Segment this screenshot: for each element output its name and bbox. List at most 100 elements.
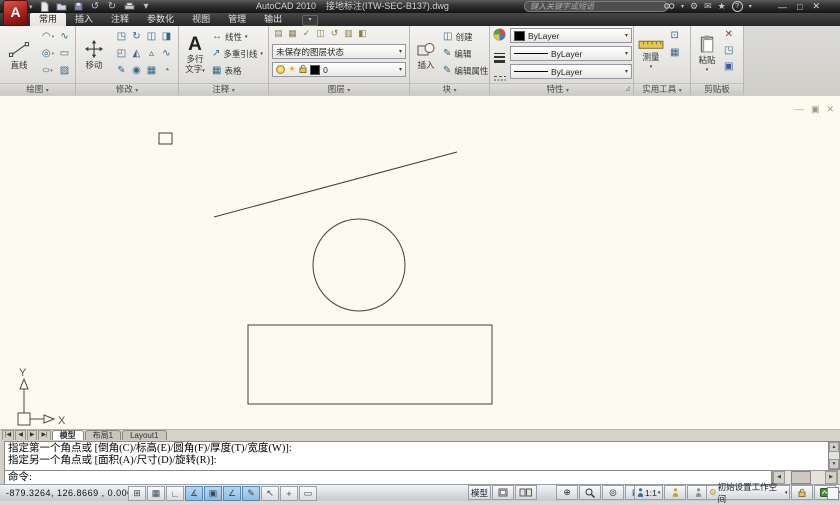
close-icon[interactable]: ✕: [812, 1, 820, 12]
quick-view-layouts-icon[interactable]: [492, 485, 514, 500]
zoom-icon[interactable]: [579, 485, 601, 500]
panel-label-clipboard[interactable]: 剪贴板: [691, 83, 743, 95]
erase-icon[interactable]: ✎: [114, 62, 129, 79]
rectangle-icon[interactable]: ▭: [57, 45, 72, 62]
lineweight-icon[interactable]: [493, 50, 506, 68]
toggle-otrack[interactable]: ∠: [223, 486, 241, 501]
panel-label-properties[interactable]: 特性 ▾◿: [490, 83, 633, 95]
stretch-icon[interactable]: ◨: [159, 28, 174, 45]
drawing-canvas[interactable]: Y X — ▣ ✕: [0, 96, 840, 429]
undo-icon[interactable]: ↺: [89, 1, 101, 12]
copy-clip-icon[interactable]: ◳: [724, 45, 733, 56]
tab-insert[interactable]: 插入: [66, 13, 102, 26]
toggle-qp[interactable]: +: [280, 486, 298, 501]
id-point-icon[interactable]: ⊡: [670, 30, 679, 41]
rotate-icon[interactable]: ↻: [129, 28, 144, 45]
scrollbar-thumb[interactable]: [791, 471, 811, 484]
scroll-down-icon[interactable]: ▼: [829, 459, 839, 469]
line-button[interactable]: 直线: [2, 27, 36, 83]
panel-label-layers[interactable]: 图层 ▾: [269, 83, 409, 95]
lineweight-dropdown[interactable]: ByLayer▾: [510, 46, 632, 61]
redo-icon[interactable]: ↻: [106, 1, 118, 12]
plot-icon[interactable]: [123, 1, 135, 12]
table-button[interactable]: ▦表格: [212, 62, 263, 79]
insert-block-button[interactable]: 插入: [411, 27, 441, 83]
arc-icon[interactable]: ◠▾: [39, 28, 57, 45]
toggle-ortho[interactable]: ∟: [166, 486, 184, 501]
drawing-restore-icon[interactable]: ▣: [811, 104, 820, 115]
communication-center-icon[interactable]: ✉: [704, 1, 712, 12]
command-input-line[interactable]: 命令:: [4, 470, 772, 485]
open-file-icon[interactable]: [55, 1, 67, 12]
layer-lock-icon[interactable]: ◧: [356, 27, 369, 40]
mtext-button[interactable]: A 多行 文字▾: [180, 27, 210, 83]
dialog-launcher-icon[interactable]: ◿: [625, 84, 630, 95]
toggle-sc[interactable]: ▭: [299, 486, 317, 501]
quick-calc-icon[interactable]: ▦: [670, 47, 679, 58]
hatch-icon[interactable]: ▨: [57, 62, 72, 79]
fillet-icon[interactable]: ▵: [144, 45, 159, 62]
copy-icon[interactable]: ◳: [114, 28, 129, 45]
annotation-visibility-icon[interactable]: [664, 485, 686, 500]
create-block-button[interactable]: ◫创建: [443, 28, 494, 45]
mirror-icon[interactable]: ◫: [144, 28, 159, 45]
tab-output[interactable]: 输出: [255, 13, 291, 26]
new-file-icon[interactable]: [38, 1, 50, 12]
shape-line[interactable]: [214, 152, 457, 217]
edit-block-button[interactable]: ✎编辑: [443, 45, 494, 62]
tab-parametric[interactable]: 参数化: [138, 13, 183, 26]
layer-isolate-icon[interactable]: ◫: [314, 27, 327, 40]
annotation-scale-button[interactable]: 1:1▾: [634, 485, 663, 500]
search-icon[interactable]: [664, 2, 675, 12]
application-menu-button[interactable]: A: [3, 0, 28, 26]
paste-button[interactable]: 粘贴 ▾: [692, 27, 722, 83]
qat-options-caret-icon[interactable]: ▾: [140, 1, 152, 12]
drawing-minimize-icon[interactable]: —: [795, 104, 804, 115]
steering-wheel-icon[interactable]: ◎: [602, 485, 624, 500]
favorites-star-icon[interactable]: ★: [718, 1, 726, 12]
multileader-button[interactable]: ↗多重引线▾: [212, 45, 263, 62]
offset-icon[interactable]: ◉: [129, 62, 144, 79]
cut-icon[interactable]: ✕: [724, 29, 733, 40]
pan-icon[interactable]: ⊕: [556, 485, 578, 500]
tab-home[interactable]: 常用: [30, 13, 66, 26]
ellipse-icon[interactable]: ○▾: [39, 62, 57, 79]
infocenter-search-input[interactable]: [524, 1, 668, 12]
workspace-switcher-button[interactable]: ⚙ 初始设置工作空间 ▾: [706, 485, 790, 500]
linetype-dropdown[interactable]: ByLayer▾: [510, 64, 632, 79]
layer-state-dropdown[interactable]: 未保存的图层状态▾: [272, 44, 406, 59]
minimize-icon[interactable]: —: [778, 2, 787, 12]
save-icon[interactable]: [72, 1, 84, 12]
tab-annotate[interactable]: 注释: [102, 13, 138, 26]
trim-icon[interactable]: ∿: [159, 45, 174, 62]
shape-rect[interactable]: [159, 133, 172, 144]
color-wheel-icon[interactable]: [493, 28, 506, 46]
subscription-gear-icon[interactable]: ⚙: [690, 1, 698, 12]
maximize-icon[interactable]: □: [797, 2, 802, 12]
toggle-grid[interactable]: ▦: [147, 486, 165, 501]
edit-attributes-button[interactable]: ✎编辑属性▾: [443, 62, 494, 79]
command-vertical-scrollbar[interactable]: ▲ ▼: [828, 441, 840, 470]
toggle-osnap[interactable]: ▣: [204, 486, 222, 501]
toggle-dyn[interactable]: ✎: [242, 486, 260, 501]
toggle-lwt[interactable]: ↖: [261, 486, 279, 501]
scroll-right-icon[interactable]: ▶: [825, 471, 837, 484]
layer-previous-icon[interactable]: ↺: [328, 27, 341, 40]
array-icon[interactable]: ▦: [144, 62, 159, 79]
panel-label-utilities[interactable]: 实用工具 ▾: [634, 83, 690, 95]
toggle-snap[interactable]: ⊞: [128, 486, 146, 501]
layer-properties-icon[interactable]: ▤: [272, 27, 285, 40]
drawing-close-icon[interactable]: ✕: [826, 104, 834, 115]
shape-rect[interactable]: [248, 325, 492, 404]
help-icon[interactable]: ?: [732, 1, 743, 12]
model-space-button[interactable]: 模型: [468, 485, 491, 500]
search-caret-icon[interactable]: ▾: [681, 3, 684, 10]
shape-circle[interactable]: [313, 219, 405, 311]
panel-label-annotation[interactable]: 注释 ▾: [179, 83, 268, 95]
quick-view-drawings-icon[interactable]: [515, 485, 537, 500]
object-color-dropdown[interactable]: ByLayer▾: [510, 28, 632, 43]
explode-icon[interactable]: ◔: [159, 62, 174, 79]
application-menu-caret-icon[interactable]: ▾: [29, 3, 33, 11]
scroll-up-icon[interactable]: ▲: [829, 442, 839, 452]
measure-button[interactable]: 测量 ▾: [635, 27, 667, 83]
